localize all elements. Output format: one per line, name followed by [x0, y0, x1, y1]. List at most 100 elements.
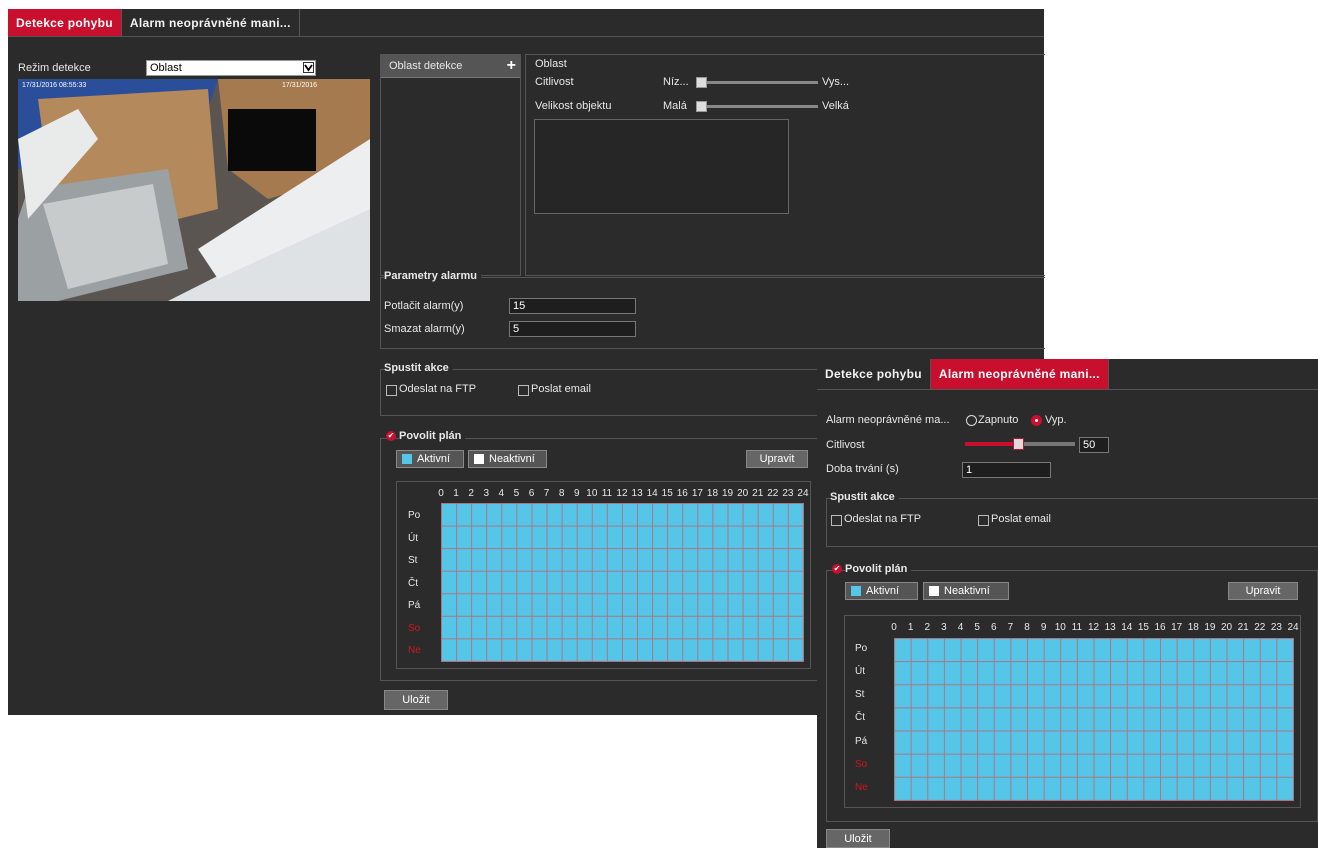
hour-label: 2	[468, 488, 474, 499]
save-button[interactable]: Uložit	[384, 690, 448, 710]
edit-schedule-button[interactable]: Upravit	[746, 450, 808, 468]
hour-label: 24	[797, 488, 809, 499]
object-size-label: Velikost objektu	[535, 100, 612, 112]
object-size-max-label: Velká	[822, 100, 849, 112]
tab-motion-detection[interactable]: Detekce pohybu	[817, 359, 931, 389]
tab-bar: Detekce pohybu Alarm neoprávněné mani...	[8, 9, 1044, 37]
day-label: Čt	[408, 577, 418, 589]
hour-label: 3	[941, 622, 947, 633]
suppress-alarm-input[interactable]: 15	[509, 298, 636, 314]
object-size-slider-thumb[interactable]	[696, 101, 707, 112]
object-size-slider[interactable]	[696, 105, 818, 108]
hour-label: 22	[1254, 622, 1266, 633]
tab-tamper-alarm[interactable]: Alarm neoprávněné mani...	[930, 359, 1109, 389]
hour-label: 4	[498, 488, 505, 499]
day-label: Pá	[855, 735, 868, 747]
duration-label: Doba trvání (s)	[826, 463, 899, 475]
tamper-enable-label: Alarm neoprávněné ma...	[826, 414, 950, 426]
day-label: So	[408, 622, 421, 634]
hour-label: 13	[1104, 622, 1116, 633]
video-timestamp-right: 17/31/2016	[282, 82, 318, 89]
clear-alarm-input[interactable]: 5	[509, 321, 636, 337]
hour-label: 9	[573, 488, 580, 499]
hour-label: 16	[676, 488, 688, 499]
video-preview[interactable]: 17/31/2016 08:55:33 17/31/2016	[18, 79, 370, 301]
hour-label: 17	[691, 488, 703, 499]
inactive-brush-label: Neaktivní	[489, 453, 535, 465]
object-size-preview	[534, 119, 789, 214]
email-label: Poslat email	[531, 383, 591, 395]
day-label: Út	[855, 666, 865, 678]
ftp-label: Odeslat na FTP	[844, 513, 922, 525]
enable-schedule-checkbox[interactable]: ✔	[832, 564, 842, 574]
enable-schedule-checkbox[interactable]: ✔	[386, 431, 396, 441]
tab-motion-detection[interactable]: Detekce pohybu	[8, 9, 122, 36]
radio-dot-icon	[1035, 419, 1038, 422]
hour-label: 2	[924, 622, 931, 633]
day-label: St	[408, 555, 418, 567]
hour-label: 21	[1237, 622, 1249, 633]
sensitivity-slider-thumb[interactable]	[696, 77, 707, 88]
day-label: Ne	[408, 645, 421, 657]
tab-tamper-alarm[interactable]: Alarm neoprávněné mani...	[122, 9, 300, 36]
tamper-off-label: Vyp.	[1045, 414, 1067, 426]
detection-mode-select[interactable]: Oblast	[146, 60, 316, 76]
hour-label: 21	[752, 488, 764, 499]
inactive-brush-button[interactable]: Neaktivní	[923, 582, 1009, 600]
tamper-sensitivity-input[interactable]: 50	[1079, 437, 1109, 453]
active-brush-label: Aktivní	[866, 585, 900, 597]
tamper-sensitivity-label: Citlivost	[826, 439, 865, 451]
hour-label: 19	[722, 488, 734, 499]
alarm-parameters-title: Parametry alarmu	[384, 270, 481, 282]
trigger-actions-title: Spustit akce	[384, 362, 453, 374]
detection-mode-value: Oblast	[150, 62, 182, 74]
enable-schedule-title: Povolit plán	[399, 430, 466, 442]
hour-label: 6	[528, 488, 535, 499]
active-brush-button[interactable]: Aktivní	[845, 582, 918, 600]
clear-alarm-label: Smazat alarm(y)	[384, 323, 465, 335]
tamper-alarm-panel: Detekce pohybu Alarm neoprávněné mani...…	[817, 359, 1318, 848]
hour-label: 11	[601, 488, 613, 499]
add-icon[interactable]: +	[507, 57, 516, 75]
tamper-on-radio[interactable]	[966, 415, 977, 426]
hour-label: 20	[1220, 622, 1233, 633]
schedule-grid[interactable]	[441, 503, 804, 662]
hour-label: 1	[453, 488, 459, 499]
hour-label: 14	[646, 488, 658, 499]
edit-schedule-button[interactable]: Upravit	[1228, 582, 1298, 600]
detection-area-header[interactable]: Oblast detekce +	[381, 55, 520, 78]
hour-label: 20	[737, 488, 749, 499]
active-brush-button[interactable]: Aktivní	[396, 450, 464, 468]
inactive-brush-button[interactable]: Neaktivní	[468, 450, 547, 468]
hour-label: 4	[957, 622, 964, 633]
hour-label: 5	[974, 622, 980, 633]
day-label: So	[855, 758, 868, 770]
area-title: Oblast	[535, 58, 567, 70]
ftp-checkbox[interactable]	[386, 385, 397, 396]
email-checkbox[interactable]	[978, 515, 989, 526]
hour-label: 7	[543, 488, 550, 499]
hour-label: 15	[661, 488, 673, 499]
area-settings: Oblast Citlivost Níz... Vys... Velikost …	[525, 54, 1045, 276]
camera-frame-image	[18, 79, 370, 301]
hour-label: 13	[631, 488, 643, 499]
hour-label: 5	[513, 488, 520, 499]
hour-label: 12	[616, 488, 628, 499]
hour-label: 19	[1204, 622, 1216, 633]
sensitivity-min-label: Níz...	[663, 76, 689, 88]
day-label: Po	[855, 643, 868, 654]
sensitivity-slider[interactable]	[696, 81, 818, 84]
duration-input[interactable]: 1	[962, 462, 1051, 478]
tamper-sensitivity-fill	[965, 442, 1020, 446]
save-button[interactable]: Uložit	[826, 829, 890, 848]
tamper-sensitivity-thumb[interactable]	[1013, 438, 1024, 450]
trigger-actions-title: Spustit akce	[830, 491, 899, 503]
hour-label: 22	[767, 488, 779, 499]
active-brush-label: Aktivní	[417, 453, 451, 465]
hour-label: 6	[990, 622, 997, 633]
detection-area-list: Oblast detekce +	[380, 54, 521, 276]
ftp-checkbox[interactable]	[831, 515, 842, 526]
email-checkbox[interactable]	[518, 385, 529, 396]
schedule-grid[interactable]	[894, 638, 1294, 801]
tamper-off-radio[interactable]	[1031, 415, 1042, 426]
